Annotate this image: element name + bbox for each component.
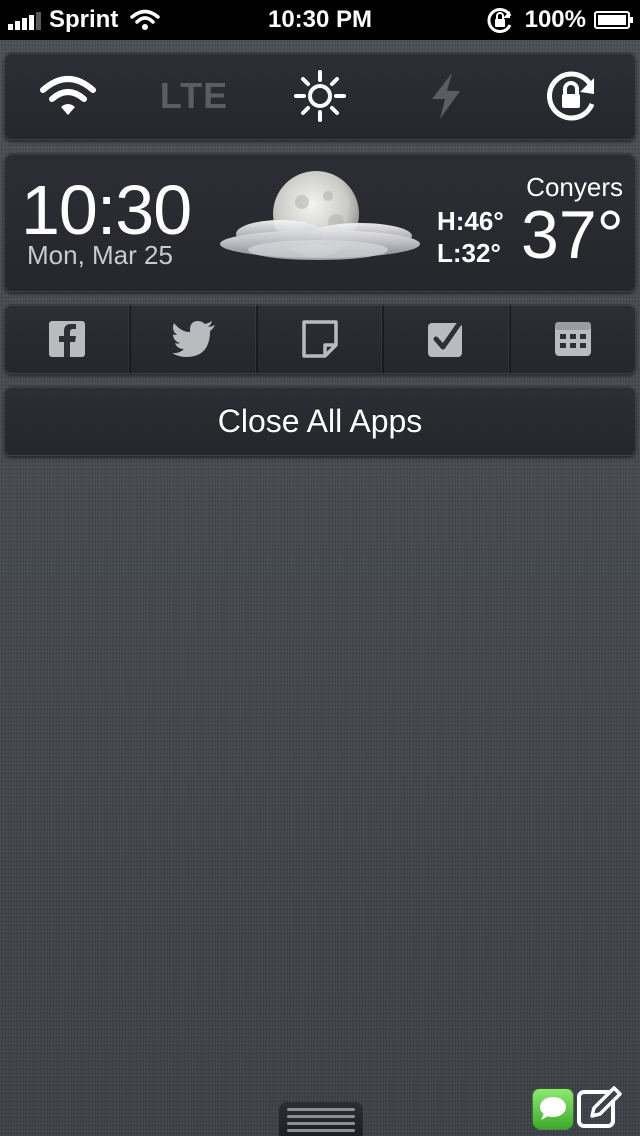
status-right: 100% (485, 6, 633, 34)
reminders-icon (428, 321, 463, 357)
close-all-apps-button[interactable]: Close All Apps (4, 386, 636, 456)
messages-icon[interactable] (532, 1088, 574, 1130)
battery-icon (594, 11, 633, 29)
weather-panel[interactable]: 10:30 Mon, Mar 25 Conyers H:46° L:32° 37… (4, 153, 636, 292)
clock-date: Mon, Mar 25 (27, 240, 173, 270)
facebook-icon (49, 321, 86, 357)
weather-low: L:32° (437, 238, 501, 268)
battery-percent: 100% (524, 6, 586, 33)
notification-center-grabber[interactable] (279, 1102, 363, 1136)
rotation-lock-icon (547, 71, 595, 121)
brightness-icon (294, 70, 346, 122)
twitter-button[interactable] (131, 305, 258, 373)
twitter-icon (171, 321, 215, 357)
wifi-icon (40, 76, 96, 115)
orientation-lock-status-icon (487, 8, 511, 33)
lte-toggle[interactable]: LTE (131, 53, 257, 139)
brightness-toggle[interactable] (257, 53, 383, 139)
compose-icon[interactable] (576, 1086, 622, 1130)
rotation-lock-toggle[interactable] (509, 53, 635, 139)
calendar-icon (554, 322, 591, 356)
facebook-button[interactable] (5, 305, 132, 373)
moon-cloud-icon (210, 166, 430, 274)
shortcuts-panel (4, 304, 636, 374)
weather-temperature: 37° (521, 197, 624, 273)
wifi-toggle[interactable] (5, 53, 131, 139)
clock-time: 10:30 (21, 171, 192, 249)
flash-icon (432, 73, 460, 119)
note-button[interactable] (258, 305, 385, 373)
close-all-apps-label: Close All Apps (217, 402, 423, 439)
note-icon (302, 320, 338, 358)
toggles-panel: LTE (4, 52, 636, 140)
battery-fill (598, 15, 626, 25)
status-bar: Sprint 10:30 PM 100% (0, 0, 640, 40)
flash-toggle[interactable] (383, 53, 509, 139)
calendar-button[interactable] (511, 305, 635, 373)
lte-label: LTE (159, 75, 229, 116)
reminders-button[interactable] (384, 305, 511, 373)
weather-high: H:46° (437, 206, 504, 236)
